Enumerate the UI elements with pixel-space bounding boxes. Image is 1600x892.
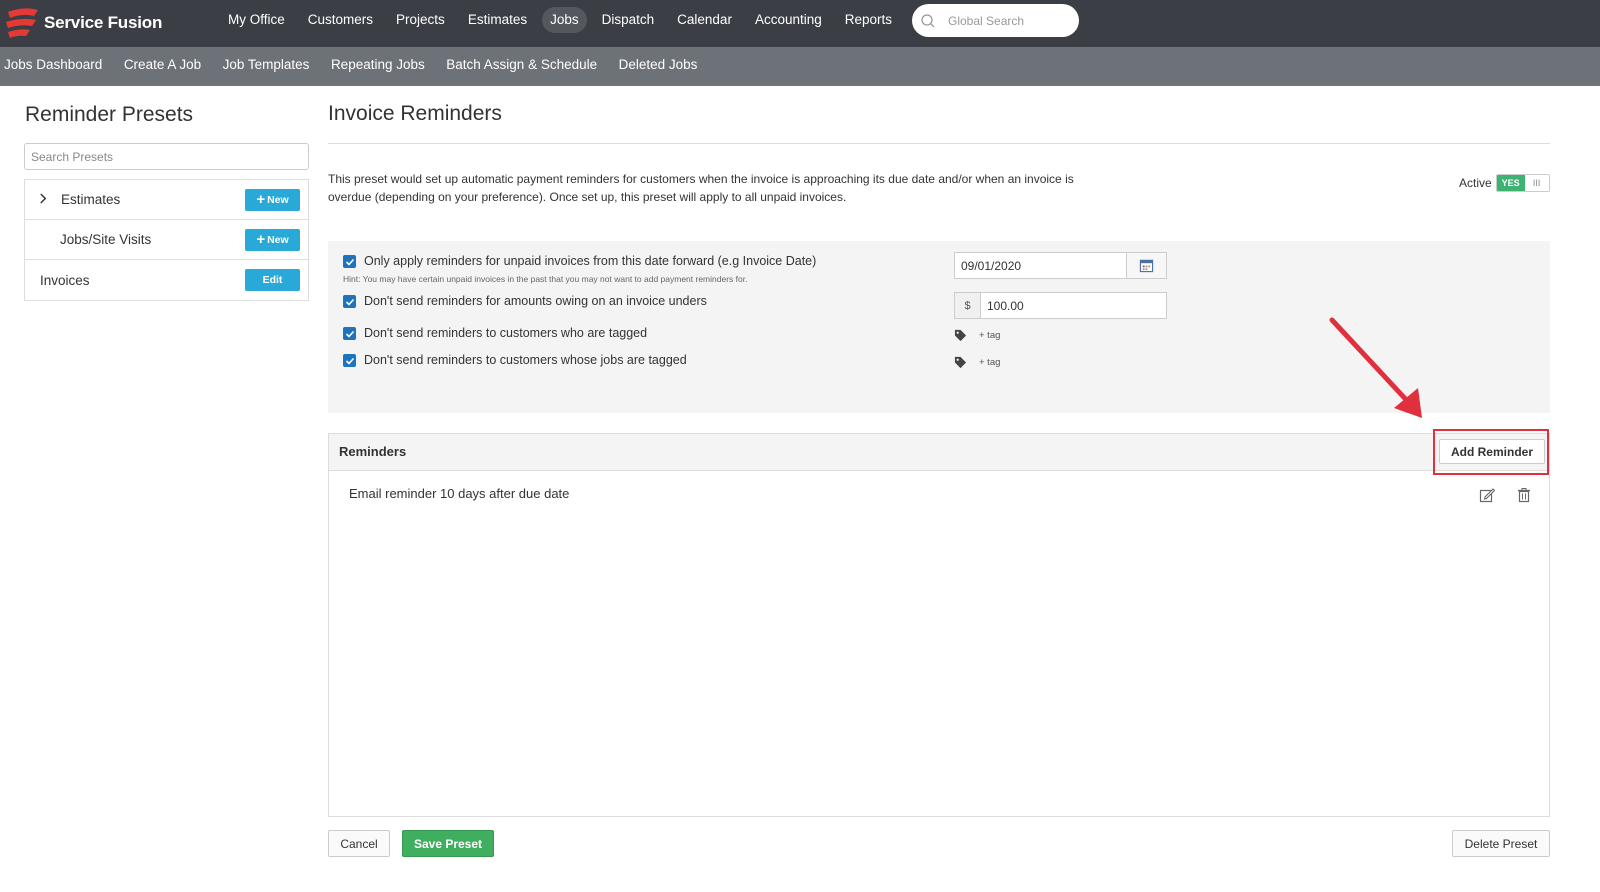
subnav-repeating-jobs[interactable]: Repeating Jobs [331, 57, 425, 72]
nav-customers[interactable]: Customers [300, 7, 381, 33]
jobs-add-tag[interactable]: + tag [954, 356, 1000, 369]
new-button-label: New [267, 234, 289, 246]
date-forward-input[interactable] [955, 253, 1127, 278]
plus-icon: + [256, 191, 266, 208]
main-nav: My Office Customers Projects Estimates J… [220, 7, 907, 33]
checkmark-icon [345, 298, 354, 306]
page-title: Invoice Reminders [328, 102, 502, 125]
tag-icon [954, 356, 967, 369]
nav-estimates[interactable]: Estimates [460, 7, 535, 33]
checkmark-icon [345, 258, 354, 266]
new-button-label: New [267, 194, 289, 206]
brand-name: Service Fusion [44, 13, 163, 32]
nav-my-office[interactable]: My Office [220, 7, 293, 33]
calendar-icon [1139, 259, 1154, 273]
trash-icon[interactable] [1516, 487, 1532, 508]
jobs-subnav-bar: Jobs Dashboard Create A Job Job Template… [0, 47, 1600, 86]
nav-jobs[interactable]: Jobs [542, 7, 587, 33]
subnav-deleted-jobs[interactable]: Deleted Jobs [619, 57, 698, 72]
add-tag-label: + tag [979, 357, 1001, 368]
reminder-presets-title: Reminder Presets [25, 103, 194, 126]
jobs-subnav: Jobs Dashboard Create A Job Job Template… [4, 57, 719, 72]
edit-icon[interactable] [1479, 487, 1496, 508]
option-customers-tagged: Don't send reminders to customers who ar… [343, 326, 647, 340]
title-divider [328, 143, 1550, 144]
date-forward-field [954, 252, 1167, 279]
preset-row-invoices[interactable]: Invoices Edit [25, 260, 308, 300]
subnav-batch-assign[interactable]: Batch Assign & Schedule [446, 57, 597, 72]
amount-under-checkbox[interactable] [343, 295, 356, 308]
toggle-off-grip: III [1524, 175, 1549, 191]
delete-preset-button[interactable]: Delete Preset [1452, 830, 1550, 857]
toggle-yes: YES [1496, 175, 1525, 191]
chevron-right-icon[interactable] [39, 193, 48, 207]
cancel-button[interactable]: Cancel [328, 830, 390, 857]
reminder-item: Email reminder 10 days after due date [349, 486, 570, 501]
checkmark-icon [345, 330, 354, 338]
plus-icon: + [256, 231, 266, 248]
checkmark-icon [345, 357, 354, 365]
edit-button-label: Edit [262, 274, 283, 286]
add-reminder-highlight [1433, 429, 1549, 475]
active-toggle-group: Active YES III [1459, 174, 1550, 192]
amount-field: $ [954, 292, 1167, 319]
preset-label-invoices: Invoices [40, 272, 90, 288]
customers-tagged-checkbox[interactable] [343, 327, 356, 340]
reminders-header: Reminders Add Reminder [329, 434, 1549, 471]
date-forward-label: Only apply reminders for unpaid invoices… [364, 254, 817, 268]
new-estimates-preset-button[interactable]: + New [245, 189, 300, 211]
save-preset-button[interactable]: Save Preset [402, 830, 494, 857]
tag-icon [954, 329, 967, 342]
preset-list: Estimates + New Jobs/Site Visits + New I… [24, 179, 309, 301]
nav-calendar[interactable]: Calendar [669, 7, 740, 33]
subnav-job-templates[interactable]: Job Templates [223, 57, 310, 72]
customers-add-tag[interactable]: + tag [954, 329, 1000, 342]
brand-logo[interactable]: Service Fusion [4, 4, 162, 42]
option-date-forward: Only apply reminders for unpaid invoices… [343, 254, 816, 268]
global-search-input[interactable] [948, 13, 1068, 28]
search-icon [921, 13, 935, 27]
date-forward-hint: Hint: You may have certain unpaid invoic… [343, 274, 748, 284]
subnav-create-a-job[interactable]: Create A Job [124, 57, 201, 72]
global-search[interactable] [912, 4, 1079, 37]
preset-label-jobs-site-visits: Jobs/Site Visits [60, 232, 152, 247]
active-label: Active [1459, 176, 1492, 190]
nav-dispatch[interactable]: Dispatch [594, 7, 663, 33]
amount-input[interactable] [981, 293, 1166, 318]
calendar-button[interactable] [1126, 253, 1166, 278]
jobs-tagged-label: Don't send reminders to customers whose … [364, 353, 687, 367]
reminders-panel: Reminders Add Reminder Email reminder 10… [328, 433, 1550, 817]
active-toggle[interactable]: YES III [1495, 174, 1550, 192]
option-jobs-tagged: Don't send reminders to customers whose … [343, 353, 687, 367]
reminders-title: Reminders [339, 444, 407, 459]
service-fusion-logo-icon [6, 8, 38, 38]
amount-under-label: Don't send reminders for amounts owing o… [364, 294, 707, 308]
preset-row-jobs-site-visits[interactable]: Jobs/Site Visits + New [25, 220, 308, 260]
top-navbar: Service Fusion My Office Customers Proje… [0, 0, 1600, 47]
date-forward-checkbox[interactable] [343, 255, 356, 268]
edit-invoices-preset-button[interactable]: Edit [245, 269, 300, 291]
subnav-jobs-dashboard[interactable]: Jobs Dashboard [4, 57, 102, 72]
preset-search-input[interactable] [24, 143, 309, 170]
new-jobs-preset-button[interactable]: + New [245, 229, 300, 251]
jobs-tagged-checkbox[interactable] [343, 354, 356, 367]
currency-addon: $ [955, 293, 981, 318]
nav-reports[interactable]: Reports [837, 7, 900, 33]
nav-projects[interactable]: Projects [388, 7, 453, 33]
option-amount-under: Don't send reminders for amounts owing o… [343, 294, 707, 308]
preset-description: This preset would set up automatic payme… [328, 172, 1074, 204]
add-tag-label: + tag [979, 330, 1001, 341]
preset-label-estimates: Estimates [61, 192, 121, 207]
annotation-arrow-icon [1329, 317, 1422, 418]
nav-accounting[interactable]: Accounting [747, 7, 830, 33]
preset-row-estimates[interactable]: Estimates + New [25, 180, 308, 220]
customers-tagged-label: Don't send reminders to customers who ar… [364, 326, 648, 340]
